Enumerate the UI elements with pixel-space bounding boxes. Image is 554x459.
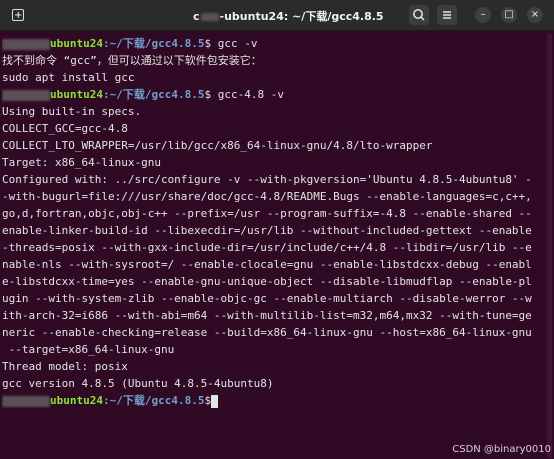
window-title-visible: -ubuntu24: ~/下载/gcc4.8.5 — [219, 10, 384, 23]
prompt-user: ubuntu24 — [50, 394, 103, 407]
title-bar: + c -ubuntu24: ~/下载/gcc4.8.5 – □ × — [0, 0, 554, 31]
output-text: enable-linker-build-id --libexecdir=/usr… — [2, 224, 532, 237]
terminal-output[interactable]: ubuntu24:~/下载/gcc4.8.5$ gcc -v 找不到命令 “gcc… — [2, 35, 543, 459]
output-text: Using built-in specs. — [2, 105, 142, 118]
output-line: -with-bugurl=file:///usr/share/doc/gcc-4… — [2, 188, 543, 205]
output-line: nable-nls --with-sysroot=/ --enable-cloc… — [2, 256, 543, 273]
prompt-line: ubuntu24:~/下载/gcc4.8.5$ gcc -v — [2, 35, 543, 52]
output-line: ith-arch-32=i686 --with-abi=m64 --with-m… — [2, 307, 543, 324]
search-icon — [413, 9, 425, 21]
search-button[interactable] — [409, 5, 429, 25]
window-title: c -ubuntu24: ~/下载/gcc4.8.5 — [193, 8, 384, 24]
minimize-button[interactable]: – — [475, 7, 491, 23]
output-line: Using built-in specs. — [2, 103, 543, 120]
cursor — [211, 394, 219, 408]
output-text: Configured with: ../src/configure -v --w… — [2, 173, 532, 186]
output-line: --target=x86_64-linux-gnu — [2, 341, 543, 358]
output-text: ith-arch-32=i686 --with-abi=m64 --with-m… — [2, 309, 532, 322]
maximize-button[interactable]: □ — [501, 7, 517, 23]
output-line: COLLECT_LTO_WRAPPER=/usr/lib/gcc/x86_64-… — [2, 137, 543, 154]
command-text: gcc -v — [211, 37, 258, 50]
menu-button[interactable] — [437, 5, 457, 25]
prompt-user: ubuntu24 — [50, 88, 103, 101]
output-line: e-libstdcxx-time=yes --enable-gnu-unique… — [2, 273, 543, 290]
command-text: gcc-4.8 -v — [211, 88, 284, 101]
prompt-user: ubuntu24 — [50, 37, 103, 50]
output-line: -threads=posix --with-gxx-include-dir=/u… — [2, 239, 543, 256]
new-tab-button[interactable]: + — [8, 5, 28, 25]
window-title-masked: c — [193, 10, 200, 23]
output-text: neric --enable-checking=release --build=… — [2, 326, 532, 339]
output-text: COLLECT_LTO_WRAPPER=/usr/lib/gcc/x86_64-… — [2, 139, 433, 152]
output-text: -threads=posix --with-gxx-include-dir=/u… — [2, 241, 532, 254]
output-text: -with-bugurl=file:///usr/share/doc/gcc-4… — [2, 190, 532, 203]
output-text: sudo apt install gcc — [2, 71, 135, 84]
output-text: 找不到命令 “gcc”，但可以通过以下软件包安装它： — [2, 54, 262, 67]
prompt-path: :~/下载/gcc4.8.5 — [102, 37, 205, 50]
output-line: Configured with: ../src/configure -v --w… — [2, 171, 543, 188]
output-line: go,d,fortran,objc,obj-c++ --prefix=/usr … — [2, 205, 543, 222]
close-button[interactable]: × — [527, 7, 543, 23]
prompt-path: :~/下载/gcc4.8.5 — [102, 394, 205, 407]
output-line: 找不到命令 “gcc”，但可以通过以下软件包安装它： — [2, 52, 543, 69]
menu-icon — [443, 11, 451, 19]
output-line: Target: x86_64-linux-gnu — [2, 154, 543, 171]
watermark: CSDN @binary0010 — [452, 444, 551, 455]
output-line: COLLECT_GCC=gcc-4.8 — [2, 120, 543, 137]
output-line: enable-linker-build-id --libexecdir=/usr… — [2, 222, 543, 239]
blurred-username — [2, 38, 50, 50]
output-text: Thread model: posix — [2, 360, 128, 373]
output-line: Thread model: posix — [2, 358, 543, 375]
output-text: Target: x86_64-linux-gnu — [2, 156, 161, 169]
output-line: ugin --with-system-zlib --enable-objc-gc… — [2, 290, 543, 307]
blurred-host — [200, 13, 219, 21]
prompt-line: ubuntu24:~/下载/gcc4.8.5$ — [2, 392, 543, 409]
prompt-line: ubuntu24:~/下载/gcc4.8.5$ gcc-4.8 -v — [2, 86, 543, 103]
blurred-username — [2, 89, 50, 101]
output-text: COLLECT_GCC=gcc-4.8 — [2, 122, 128, 135]
output-text: gcc version 4.8.5 (Ubuntu 4.8.5-4ubuntu8… — [2, 377, 274, 390]
output-text: --target=x86_64-linux-gnu — [2, 343, 175, 356]
prompt-dollar: $ — [204, 394, 212, 407]
output-text: e-libstdcxx-time=yes --enable-gnu-unique… — [2, 275, 532, 288]
output-text: ugin --with-system-zlib --enable-objc-gc… — [2, 292, 532, 305]
output-line: neric --enable-checking=release --build=… — [2, 324, 543, 341]
output-text: go,d,fortran,objc,obj-c++ --prefix=/usr … — [2, 207, 532, 220]
output-line: gcc version 4.8.5 (Ubuntu 4.8.5-4ubuntu8… — [2, 375, 543, 392]
output-line: sudo apt install gcc — [2, 69, 543, 86]
scrollbar[interactable] — [547, 34, 552, 458]
output-text: nable-nls --with-sysroot=/ --enable-cloc… — [2, 258, 532, 271]
blurred-username — [2, 395, 50, 407]
prompt-path: :~/下载/gcc4.8.5 — [102, 88, 205, 101]
